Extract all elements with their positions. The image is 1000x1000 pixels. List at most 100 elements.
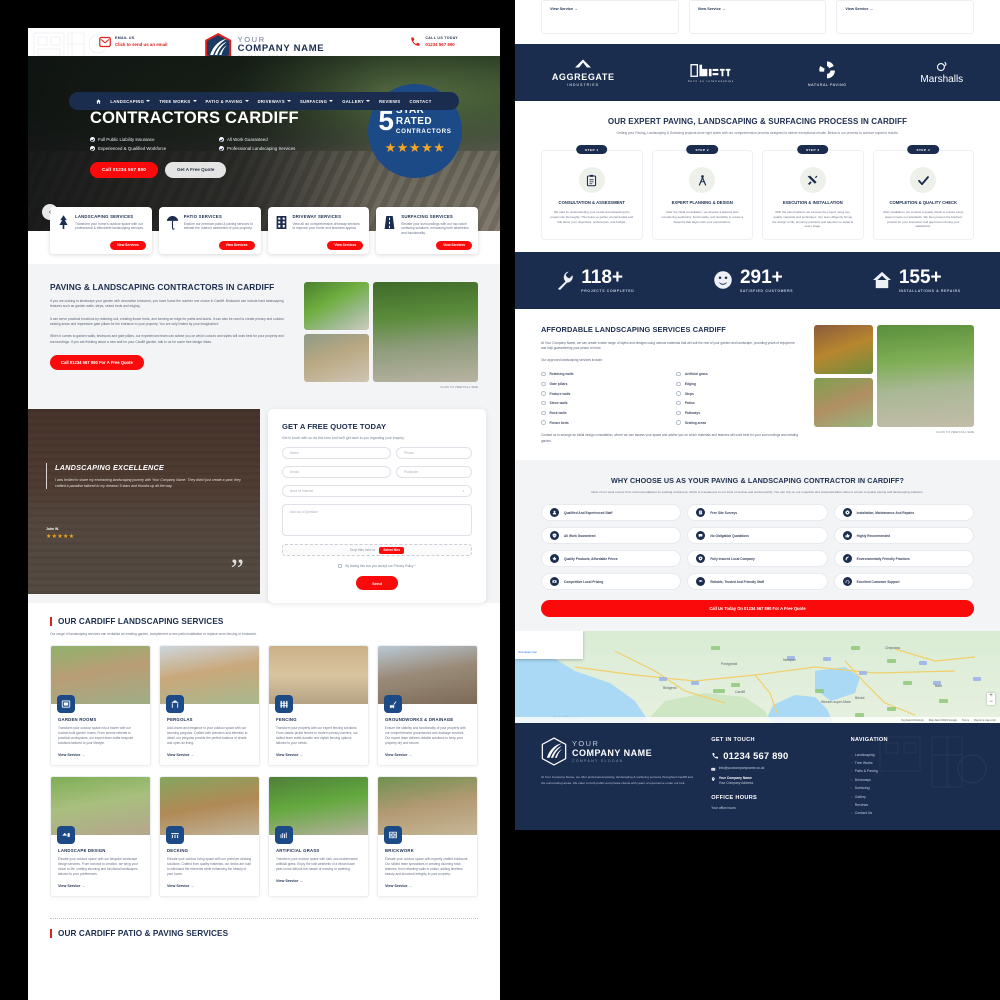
select-files-button[interactable]: Select files xyxy=(379,546,404,554)
service-tile-title: ARTIFICIAL GRASS xyxy=(276,847,320,853)
gallery-thumb-stonework[interactable] xyxy=(303,334,369,382)
gallery-caption[interactable]: CLICK TO VIEW FULL SIZE xyxy=(304,385,478,389)
service-card-text: Transform your home's outdoor space with… xyxy=(75,221,144,231)
map-larger-link[interactable]: View larger map xyxy=(515,631,583,654)
service-tile-fencing[interactable]: FENCING Transform your property with our… xyxy=(268,645,369,766)
area-of-interest-select[interactable]: Area of Interest ▾ xyxy=(282,485,472,497)
view-service-link[interactable]: View Service → xyxy=(550,7,670,11)
topbar-email[interactable]: EMAIL US Click to send us an email xyxy=(99,36,167,48)
phone-field[interactable]: Phone xyxy=(396,447,472,459)
gallery-caption[interactable]: CLICK TO VIEW FULL SIZE xyxy=(814,430,974,434)
location-map[interactable]: Cardiff Newport Bristol Bridgend Bath Pontyp… xyxy=(515,631,1000,724)
step-title: CONSULTATION & ASSESSMENT xyxy=(558,200,625,206)
partial-card[interactable]: View Service → xyxy=(541,0,679,34)
view-service-link[interactable]: View Service → xyxy=(58,884,143,888)
service-card-patio[interactable]: PATIO SERVICES Explore our premium patio… xyxy=(158,207,261,254)
nav-item-gallery[interactable]: GALLERY xyxy=(342,99,371,104)
step-title: EXPERT PLANNING & DESIGN xyxy=(671,200,733,206)
view-service-link[interactable]: View Service → xyxy=(58,753,143,757)
topbar-phone-value[interactable]: 01234 567 890 xyxy=(425,42,458,48)
nav-item-surfacing[interactable]: SURFACING xyxy=(300,99,334,104)
nav-item-landscaping[interactable]: LANDSCAPING xyxy=(110,99,151,104)
topbar-email-value[interactable]: Click to send us an email xyxy=(115,42,167,48)
partial-card[interactable]: View Service → xyxy=(688,0,827,34)
gallery-thumb-patio-planting[interactable] xyxy=(813,377,874,427)
paving-cta-button[interactable]: Call 01234 567 890 For A Free Quote xyxy=(50,355,144,371)
map-keyboard-shortcuts[interactable]: Keyboard shortcuts xyxy=(901,719,923,722)
bullet-icon xyxy=(541,400,546,406)
view-services-button[interactable]: View Services xyxy=(218,240,255,250)
view-service-link[interactable]: View Service → xyxy=(167,753,252,757)
view-services-button[interactable]: View Services xyxy=(436,240,472,250)
nav-item-tree-works[interactable]: TREE WORKS xyxy=(159,99,197,104)
view-service-link[interactable]: View Service → xyxy=(845,7,965,11)
home-icon[interactable] xyxy=(96,98,102,104)
service-tile-pergolas[interactable]: PERGOLAS Add charm and elegance to your … xyxy=(159,645,260,766)
gallery-main-garden[interactable] xyxy=(877,324,974,427)
gallery-main-patio[interactable] xyxy=(372,282,478,382)
list-item: Artificial grass xyxy=(676,370,799,378)
map-report-link[interactable]: Report a map error xyxy=(974,719,996,722)
send-button[interactable]: Send xyxy=(356,576,398,590)
nav-item-contact[interactable]: CONTACT xyxy=(409,99,431,104)
stats-bar: 118+ PROJECTS COMPLETED 291+ SATISFIED C… xyxy=(515,251,1000,309)
question-textarea[interactable]: Ask Us a Question xyxy=(282,504,472,536)
email-field[interactable]: Email xyxy=(282,466,391,478)
view-service-link[interactable]: View Service → xyxy=(276,879,361,883)
view-service-link[interactable]: View Service → xyxy=(698,7,818,11)
footer-email-address[interactable]: info@yourcompanyname.co.uk xyxy=(719,766,765,771)
hero-quote-button[interactable]: Get A Free Quote xyxy=(164,161,227,178)
service-tile-landscape-design[interactable]: LANDSCAPE DESIGN Elevate your outdoor sp… xyxy=(50,775,151,897)
service-tile-brickwork[interactable]: BRICKWORK Elevate your outdoor space wit… xyxy=(377,775,478,897)
testimonial-quote: I was thrilled to share my enchanting la… xyxy=(55,478,241,488)
footer-phone-number[interactable]: 01234 567 890 xyxy=(723,750,788,761)
service-card-surfacing[interactable]: SURFACING SERVICES Elevate your surround… xyxy=(376,207,478,254)
checkbox-icon[interactable] xyxy=(338,564,343,568)
brand-natural-paving: NATURAL PAVING xyxy=(808,59,847,87)
topbar-phone[interactable]: CALL US TODAY 01234 567 890 xyxy=(409,36,458,48)
map-info-card[interactable]: View larger map xyxy=(515,631,583,660)
nav-item-driveways[interactable]: DRIVEWAYS xyxy=(258,99,291,104)
view-service-link[interactable]: View Service → xyxy=(276,753,361,757)
partial-card[interactable]: View Service → xyxy=(836,0,974,34)
nav-label: PATIO & PAVING xyxy=(205,98,243,104)
hero-call-button[interactable]: Call 01234 567 890 xyxy=(90,161,158,178)
nav-label: CONTACT xyxy=(409,98,432,104)
fence-icon xyxy=(275,695,293,713)
service-tile-decking[interactable]: DECKING Elevate your outdoor living spac… xyxy=(159,775,260,897)
gallery-thumb-fence-flowers[interactable] xyxy=(813,324,874,374)
map-zoom-controls[interactable]: + − xyxy=(987,693,995,706)
file-dropzone[interactable]: Drop files here or Select files xyxy=(282,544,472,556)
brand-name: AGGREGATE xyxy=(551,72,615,82)
footer-phone[interactable]: 01234 567 890 xyxy=(711,750,834,761)
map-zoom-out-button[interactable]: − xyxy=(987,699,995,705)
service-tile-image xyxy=(378,646,477,713)
service-tile-artificial-grass[interactable]: ARTIFICIAL GRASS Transform your outdoor … xyxy=(268,775,369,897)
envelope-icon xyxy=(711,767,716,771)
chevron-down-icon xyxy=(146,100,151,102)
patio-section: OUR CARDIFF PATIO & PAVING SERVICES xyxy=(28,918,500,948)
main-navigation[interactable]: LANDSCAPING TREE WORKS PATIO & PAVING DR… xyxy=(69,92,459,110)
footer-email[interactable]: info@yourcompanyname.co.uk xyxy=(711,766,834,771)
privacy-checkbox-row[interactable]: By ticking this box you accept our Priva… xyxy=(282,564,472,568)
service-tile-text: Add charm and elegance to your outdoor s… xyxy=(167,726,248,745)
carousel-prev-button[interactable]: ‹ xyxy=(42,204,58,220)
service-card-landscaping[interactable]: LANDSCAPING SERVICES Transform your home… xyxy=(50,207,152,254)
view-services-button[interactable]: View Services xyxy=(327,240,364,250)
postcode-field[interactable]: Postcode xyxy=(396,466,472,478)
service-card-driveway[interactable]: DRIVEWAY SERVICES View all our comprehen… xyxy=(267,207,370,254)
view-service-link[interactable]: View Service → xyxy=(385,884,470,888)
service-tile-groundworks[interactable]: GROUNDWORKS & DRAINAGE Ensure the stabil… xyxy=(377,645,478,766)
view-services-button[interactable]: View Services xyxy=(109,240,146,250)
map-terms-link[interactable]: Terms xyxy=(962,719,969,722)
footer-logo[interactable]: YOUR COMPANY NAME COMPANY SLOGAN xyxy=(541,737,695,767)
view-service-link[interactable]: View Service → xyxy=(167,884,252,888)
gallery-thumb-lawn[interactable] xyxy=(303,282,369,330)
nav-item-patio-paving[interactable]: PATIO & PAVING xyxy=(206,99,249,104)
landscaping-cards-row-2: LANDSCAPE DESIGN Elevate your outdoor sp… xyxy=(50,775,478,897)
service-tile-garden-rooms[interactable]: GARDEN ROOMS Transform your outdoor spac… xyxy=(50,645,151,766)
view-service-link[interactable]: View Service → xyxy=(385,753,470,757)
nav-item-reviews[interactable]: REVIEWS xyxy=(379,99,400,104)
name-field[interactable]: Name xyxy=(282,447,391,459)
why-cta-button[interactable]: Call Us Today On 01234 567 890 For A Fre… xyxy=(541,600,974,618)
